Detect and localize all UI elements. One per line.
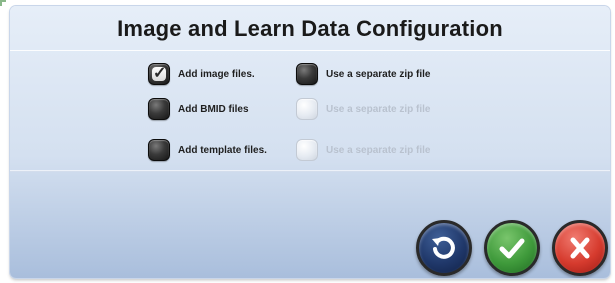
add-image-files-label: Add image files.	[178, 68, 255, 80]
add-image-files-checkbox[interactable]: ✓	[148, 63, 170, 85]
option-template-separate-zip: Use a separate zip file	[296, 137, 431, 163]
close-icon	[570, 237, 590, 259]
bmid-separate-zip-label: Use a separate zip file	[326, 103, 431, 115]
option-add-template-files[interactable]: Add template files.	[148, 137, 267, 163]
option-bmid-separate-zip: Use a separate zip file	[296, 96, 431, 122]
add-bmid-files-label: Add BMID files	[178, 103, 249, 115]
option-add-image-files[interactable]: ✓ Add image files.	[148, 61, 255, 87]
add-template-files-checkbox[interactable]	[148, 139, 170, 161]
image-separate-zip-label: Use a separate zip file	[326, 68, 431, 80]
image-separate-zip-checkbox[interactable]	[296, 63, 318, 85]
cancel-button[interactable]	[552, 220, 608, 276]
option-add-bmid-files[interactable]: Add BMID files	[148, 96, 249, 122]
add-template-files-label: Add template files.	[178, 144, 267, 156]
template-separate-zip-label: Use a separate zip file	[326, 144, 431, 156]
dialog-title: Image and Learn Data Configuration	[117, 16, 503, 41]
option-image-separate-zip[interactable]: Use a separate zip file	[296, 61, 431, 87]
template-separate-zip-checkbox	[296, 139, 318, 161]
content-divider	[10, 170, 610, 172]
title-divider	[10, 50, 610, 51]
undo-button[interactable]	[416, 220, 472, 276]
undo-icon	[432, 236, 455, 259]
checkmark-icon: ✓	[153, 65, 167, 82]
ok-button[interactable]	[484, 220, 540, 276]
config-dialog: Image and Learn Data Configuration ✓ Add…	[10, 6, 610, 278]
add-bmid-files-checkbox[interactable]	[148, 98, 170, 120]
check-icon	[499, 238, 525, 259]
bmid-separate-zip-checkbox	[296, 98, 318, 120]
screen: Image and Learn Data Configuration ✓ Add…	[0, 0, 615, 283]
corner-marker	[0, 0, 6, 6]
